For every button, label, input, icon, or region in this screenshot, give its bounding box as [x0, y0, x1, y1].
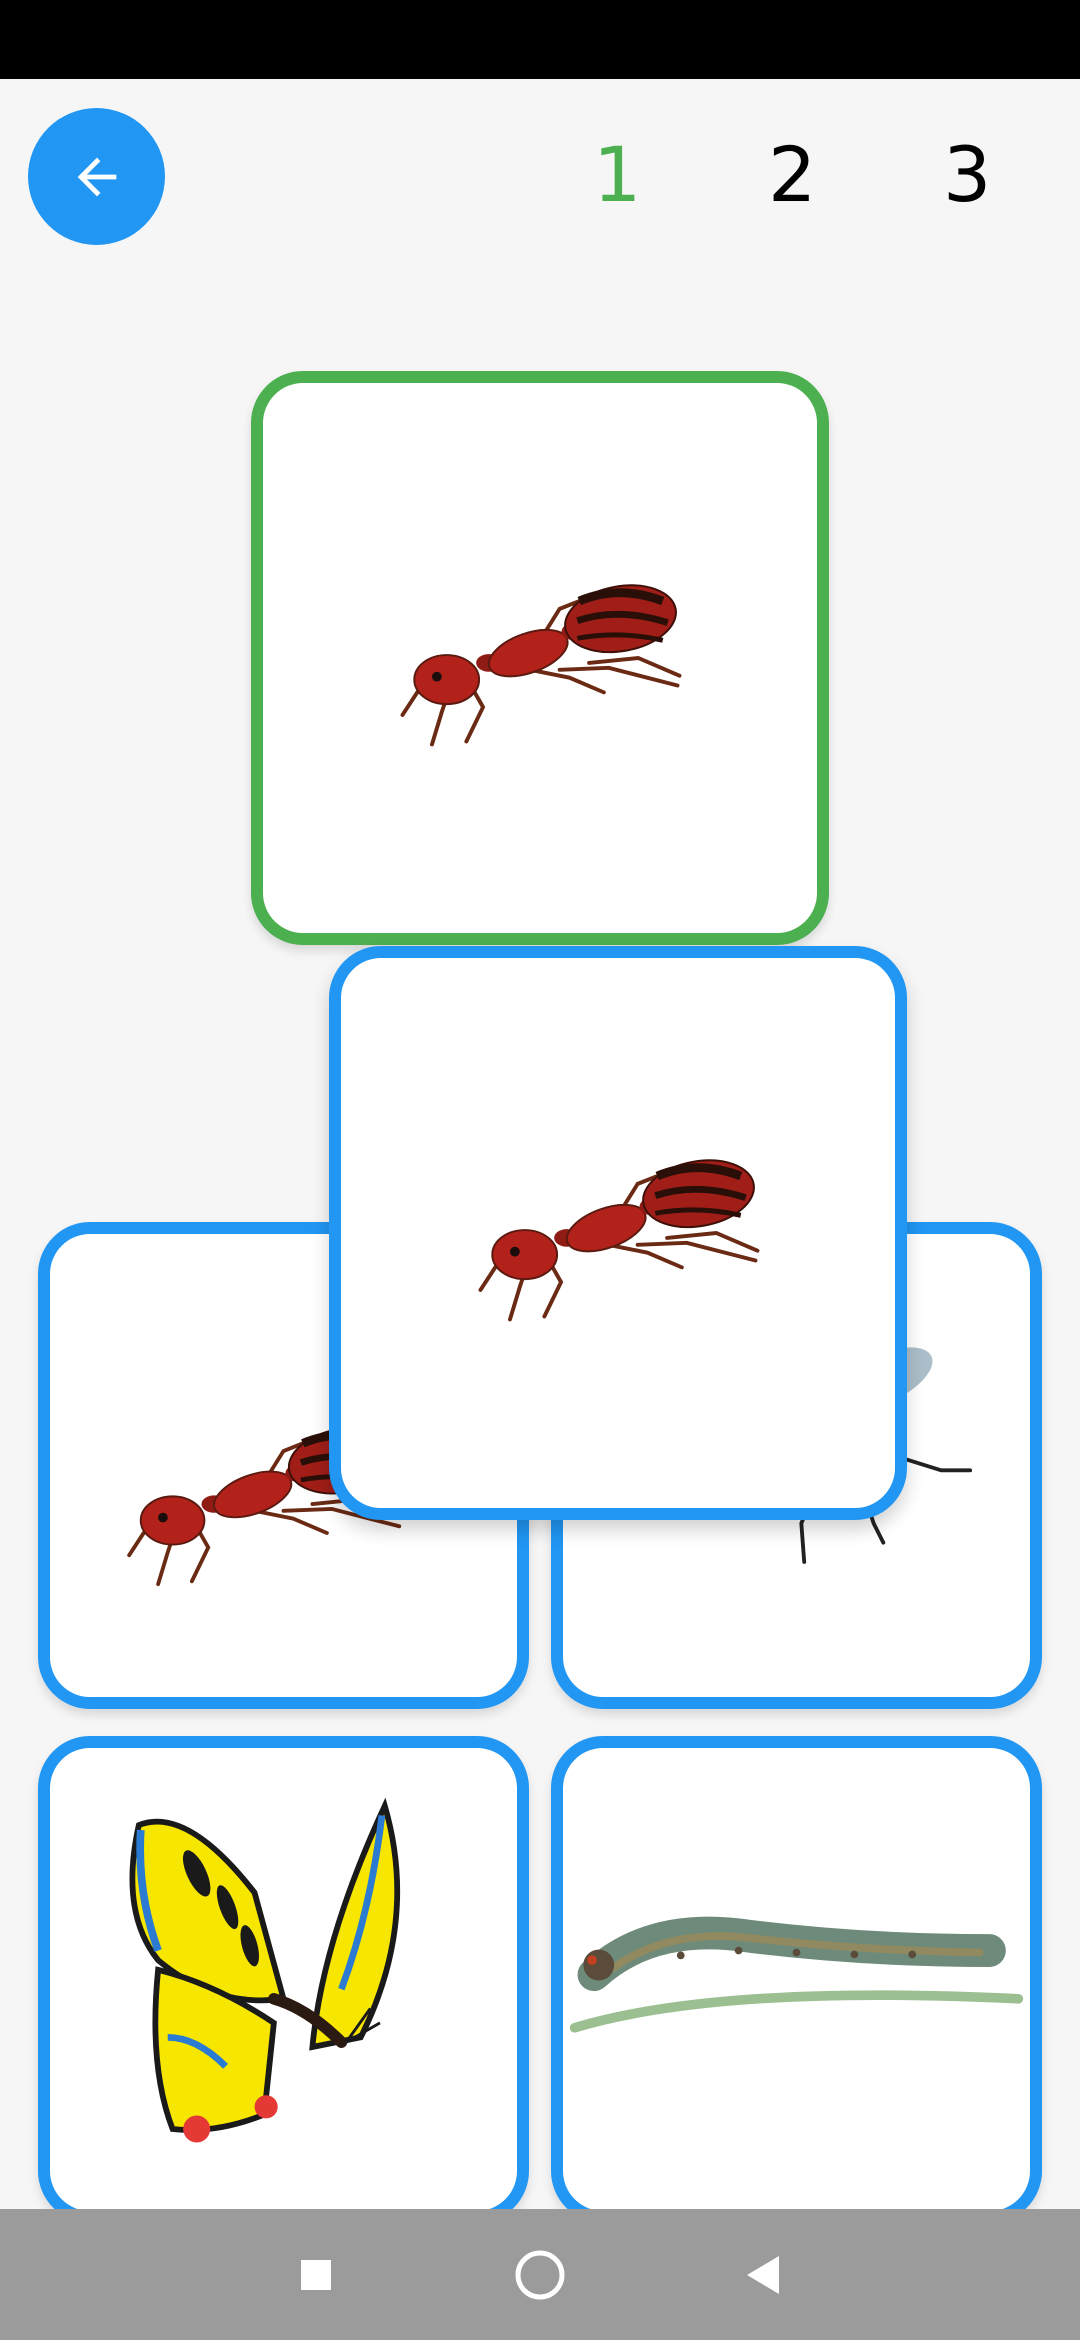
- recents-square-icon: [300, 2259, 331, 2290]
- recents-button[interactable]: [250, 2209, 381, 2340]
- level-2-tab[interactable]: 2: [768, 120, 816, 230]
- home-circle-icon: [515, 2250, 564, 2299]
- option-card-caterpillar[interactable]: [551, 1736, 1042, 2223]
- dragged-card-ant[interactable]: [329, 946, 907, 1520]
- ant-icon: [263, 383, 817, 933]
- ant-icon: [341, 958, 895, 1508]
- system-back-button[interactable]: [697, 2209, 828, 2340]
- status-bar: [0, 0, 1080, 79]
- back-triangle-icon: [746, 2255, 779, 2294]
- target-card: [251, 371, 829, 945]
- home-button[interactable]: [474, 2209, 605, 2340]
- butterfly-icon: [50, 1748, 517, 2211]
- system-navigation-bar: [0, 2209, 1080, 2340]
- caterpillar-icon: [563, 1748, 1030, 2211]
- level-1-tab[interactable]: 1: [593, 120, 641, 230]
- option-card-butterfly[interactable]: [38, 1736, 529, 2223]
- level-3-tab[interactable]: 3: [943, 120, 991, 230]
- level-selector: 1 2 3: [0, 120, 1080, 230]
